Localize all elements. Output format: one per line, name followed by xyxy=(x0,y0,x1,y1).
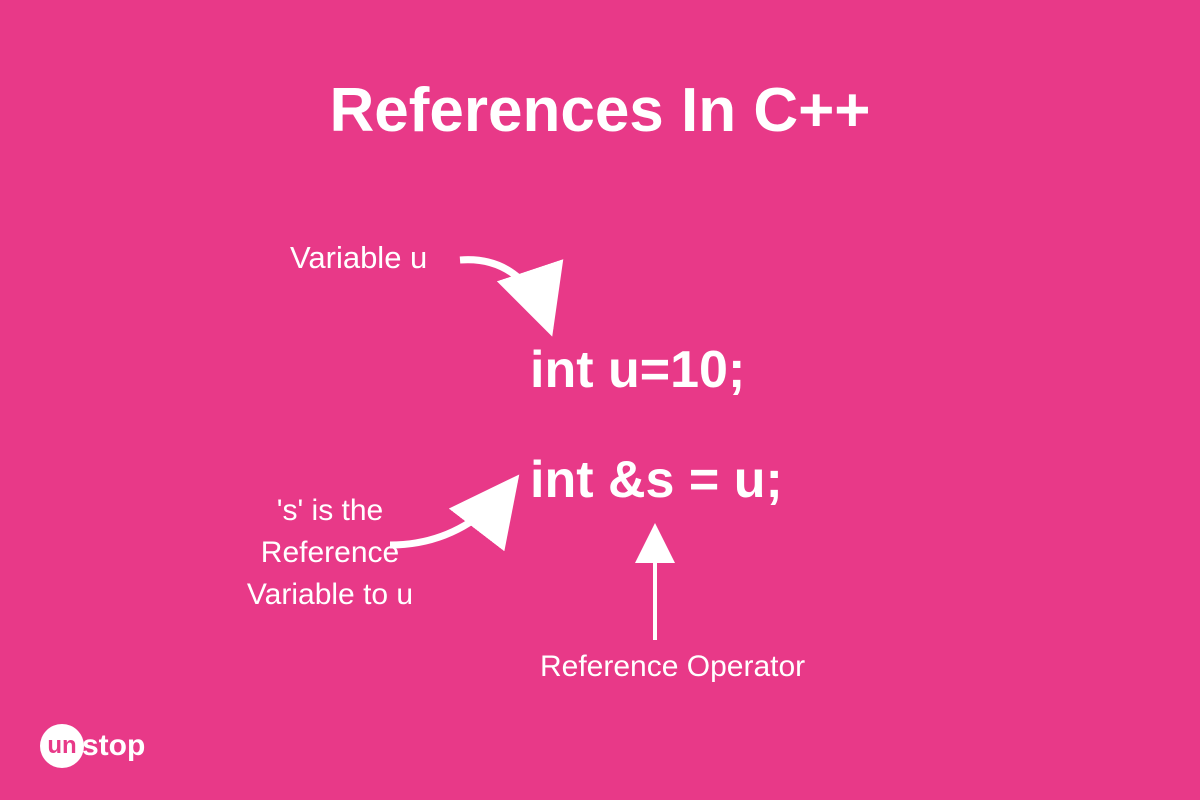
code-declaration: int u=10; xyxy=(530,340,745,400)
code-reference: int &s = u; xyxy=(530,450,783,510)
label-variable-u: Variable u xyxy=(290,240,427,276)
logo-circle: un xyxy=(40,724,84,768)
label-reference-variable: 's' is the Reference Variable to u xyxy=(205,490,455,616)
label-reference-operator: Reference Operator xyxy=(540,650,805,684)
arrow-variable-icon xyxy=(450,235,590,355)
logo-text: stop xyxy=(82,729,145,763)
arrow-operator-icon xyxy=(635,515,675,645)
page-title: References In C++ xyxy=(0,75,1200,146)
brand-logo: un stop xyxy=(40,724,145,768)
